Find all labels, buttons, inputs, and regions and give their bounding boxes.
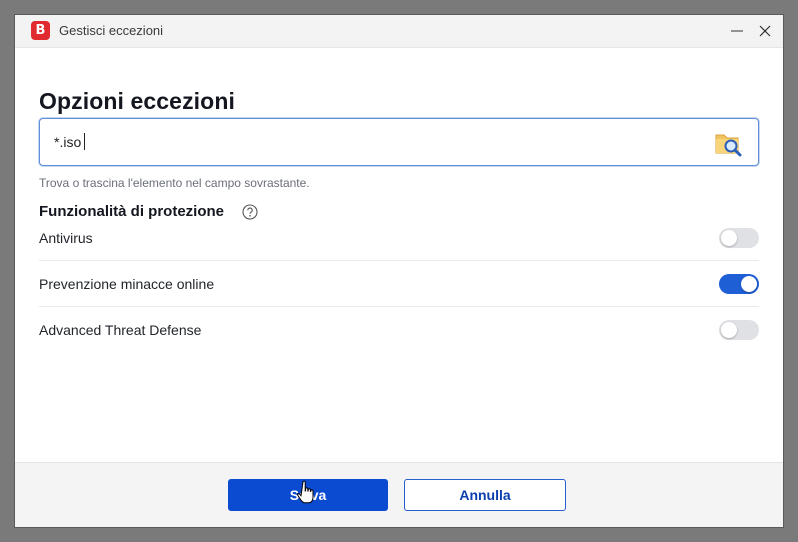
antivirus-toggle[interactable] <box>719 228 759 248</box>
close-icon <box>759 25 771 37</box>
toggle-knob <box>741 276 757 292</box>
text-caret <box>84 133 85 150</box>
exceptions-window: B Gestisci eccezioni Opzioni eccezioni *… <box>15 15 783 527</box>
path-field[interactable] <box>39 118 759 166</box>
feature-row-online-threat-prevention: Prevenzione minacce online <box>39 260 759 307</box>
feature-label: Prevenzione minacce online <box>39 276 215 292</box>
toggle-knob <box>721 230 737 246</box>
feature-label: Advanced Threat Defense <box>39 322 202 338</box>
toggle-knob <box>721 322 737 338</box>
browse-button[interactable] <box>712 127 744 159</box>
app-logo-icon: B <box>31 21 50 40</box>
folder-search-icon <box>715 134 742 157</box>
title-bar: B Gestisci eccezioni <box>15 15 783 48</box>
save-button[interactable]: Salva <box>228 479 388 511</box>
cancel-button[interactable]: Annulla <box>404 479 566 511</box>
feature-row-advanced-threat-defense: Advanced Threat Defense <box>39 306 759 352</box>
minimize-icon <box>731 30 743 32</box>
feature-label: Antivirus <box>39 230 93 246</box>
window-title: Gestisci eccezioni <box>59 23 164 38</box>
feature-row-antivirus: Antivirus <box>39 214 759 261</box>
online-threat-prevention-toggle[interactable] <box>719 274 759 294</box>
close-button[interactable] <box>749 15 781 47</box>
dialog-footer: Salva Annulla <box>15 462 783 527</box>
content-area: Opzioni eccezioni Trova o trascina l'ele… <box>15 48 783 462</box>
page-title: Opzioni eccezioni <box>39 88 235 114</box>
path-hint: Trova o trascina l'elemento nel campo so… <box>39 176 310 190</box>
path-input[interactable] <box>54 131 654 153</box>
advanced-threat-defense-toggle[interactable] <box>719 320 759 340</box>
